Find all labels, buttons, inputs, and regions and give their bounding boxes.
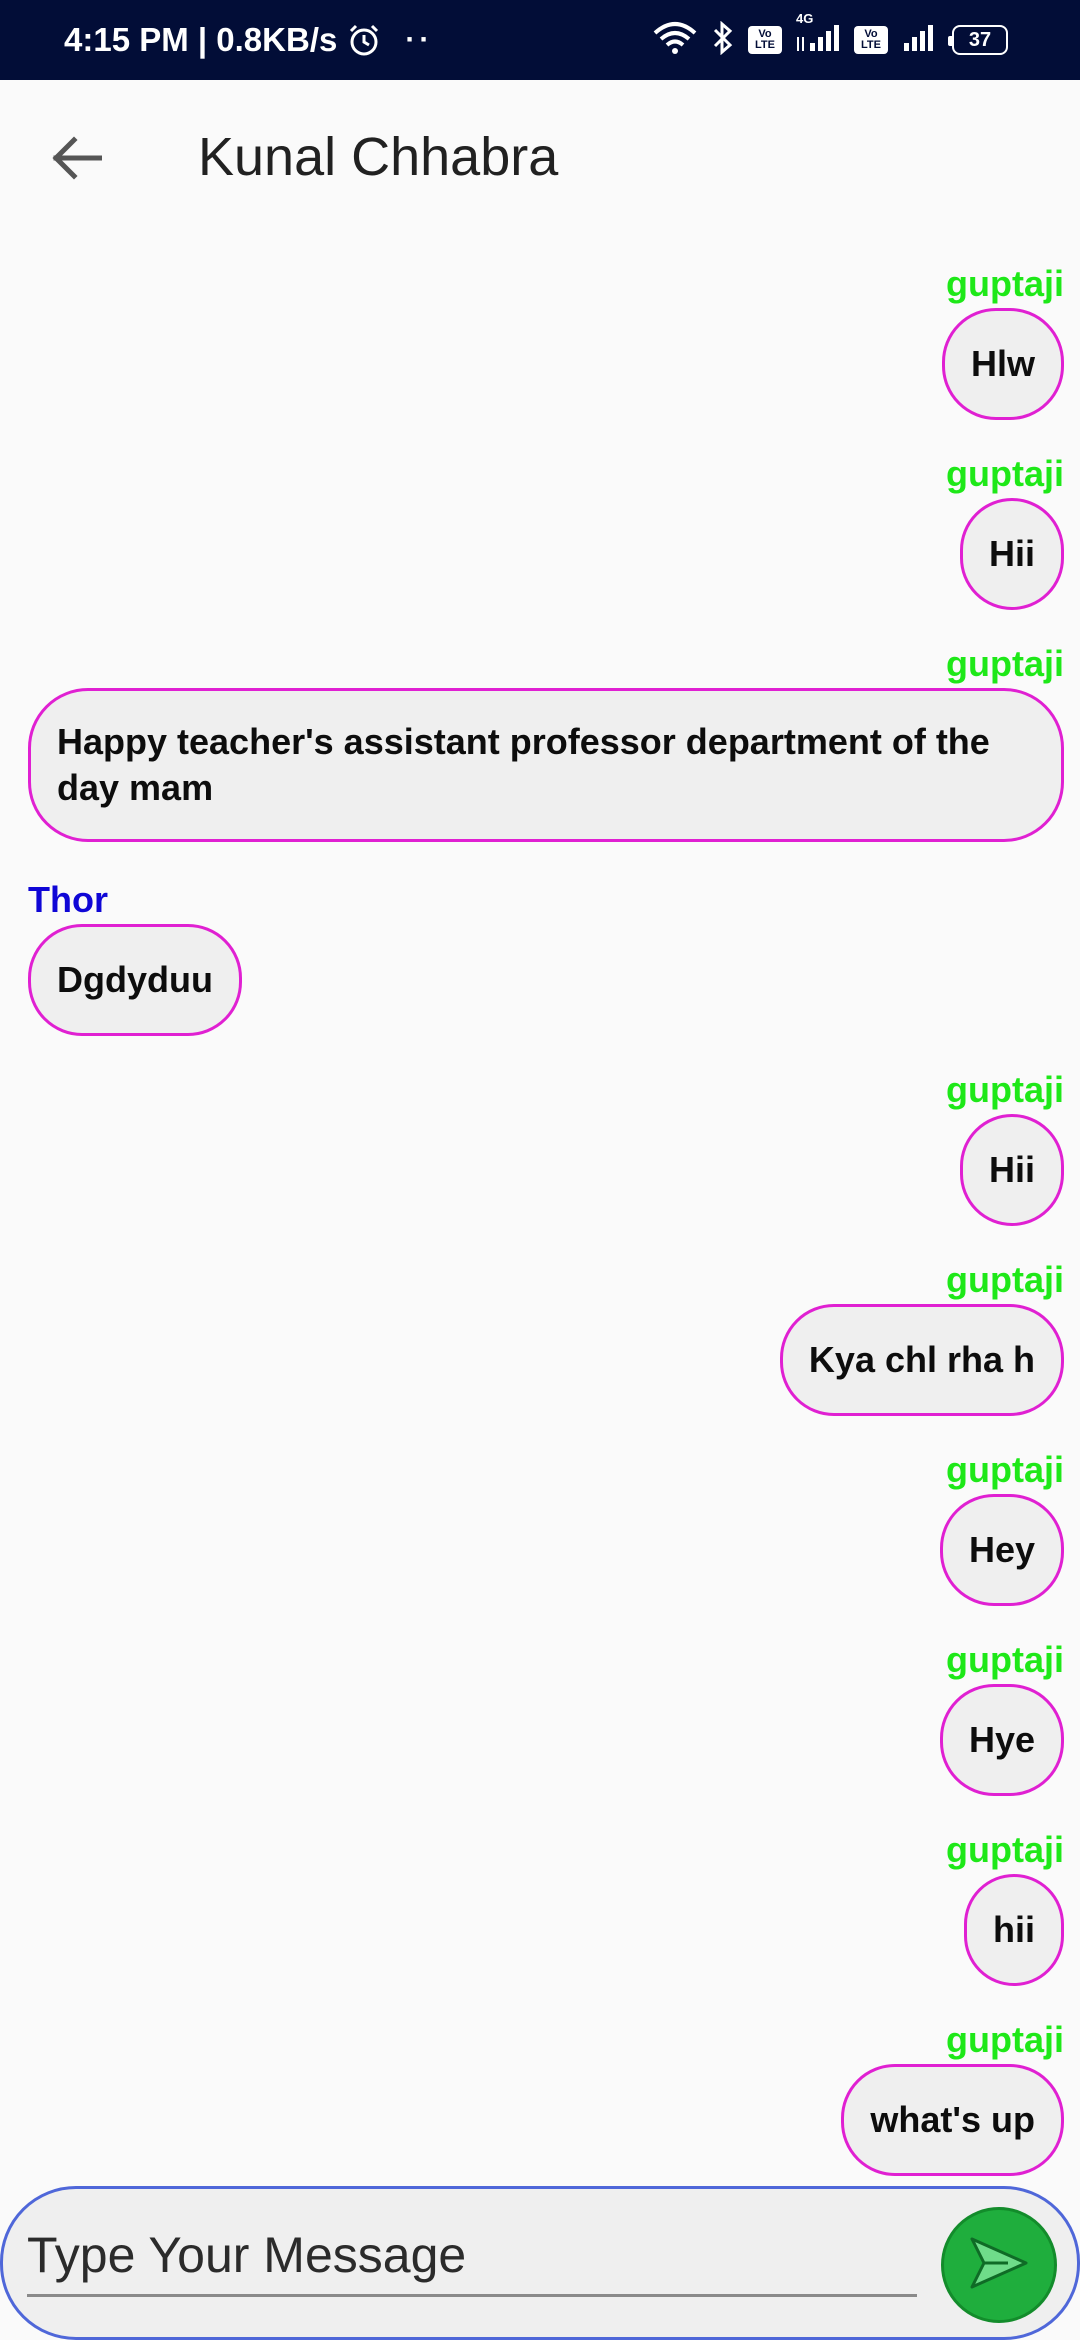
sender-name: guptaji xyxy=(946,643,1064,684)
status-bar: 4:15 PM | 0.8KB/s ·· Vo LTE 4G Vo LTE 37 xyxy=(0,0,1080,80)
sender-name: guptaji xyxy=(946,1259,1064,1300)
message-item: Thor Dgdyduu xyxy=(28,878,242,1036)
chat-title: Kunal Chhabra xyxy=(198,127,559,187)
wifi-icon xyxy=(652,21,698,60)
message-bubble[interactable]: Dgdyduu xyxy=(28,924,242,1036)
volte-icon: Vo LTE xyxy=(748,26,782,54)
volte-icon-2: Vo LTE xyxy=(854,26,888,54)
sender-name: Thor xyxy=(28,879,108,920)
message-bubble[interactable]: Hlw xyxy=(941,308,1064,420)
sender-name: guptaji xyxy=(946,1449,1064,1490)
message-item: guptaji Kya chl rha h xyxy=(779,1258,1064,1416)
status-time-speed: 4:15 PM | 0.8KB/s xyxy=(64,21,338,58)
message-bubble[interactable]: Hii xyxy=(959,1114,1064,1226)
message-item: guptaji Happy teacher's assistant profes… xyxy=(28,642,1064,842)
message-item: guptaji Hii xyxy=(946,1068,1064,1226)
sender-name: guptaji xyxy=(946,1639,1064,1680)
message-bubble[interactable]: Happy teacher's assistant professor depa… xyxy=(28,688,1064,842)
network-type-label: 4G xyxy=(796,10,814,26)
message-list[interactable]: guptaji Hlw guptaji Hii guptaji Happy te… xyxy=(0,238,1080,2180)
message-item: guptaji hii xyxy=(946,1828,1064,1986)
sender-name: guptaji xyxy=(946,453,1064,494)
message-item: guptaji Hye xyxy=(939,1638,1064,1796)
message-item: guptaji what's up xyxy=(841,2018,1064,2176)
message-composer: Type Your Message xyxy=(0,2186,1080,2340)
send-button[interactable] xyxy=(941,2207,1057,2323)
signal-icon: 4G xyxy=(796,11,840,58)
arrow-left-icon xyxy=(50,135,103,185)
sender-name: guptaji xyxy=(946,2019,1064,2060)
alarm-icon xyxy=(347,23,381,57)
signal-icon-2 xyxy=(902,23,938,58)
message-input[interactable]: Type Your Message xyxy=(27,2213,917,2297)
message-bubble[interactable]: hii xyxy=(964,1874,1064,1986)
message-item: guptaji Hii xyxy=(946,452,1064,610)
message-bubble[interactable]: Hii xyxy=(959,498,1064,610)
notification-dots: ·· xyxy=(405,23,434,56)
message-item: guptaji Hlw xyxy=(941,262,1064,420)
status-left: 4:15 PM | 0.8KB/s ·· xyxy=(64,0,433,80)
chat-header: Kunal Chhabra xyxy=(0,80,1080,238)
message-bubble[interactable]: Kya chl rha h xyxy=(779,1304,1064,1416)
message-bubble[interactable]: Hey xyxy=(939,1494,1064,1606)
message-item: guptaji Hey xyxy=(939,1448,1064,1606)
sender-name: guptaji xyxy=(946,1829,1064,1870)
battery-icon: 37 xyxy=(948,25,1008,55)
sender-name: guptaji xyxy=(946,263,1064,304)
message-bubble[interactable]: Hye xyxy=(939,1684,1064,1796)
message-bubble[interactable]: what's up xyxy=(841,2064,1064,2176)
status-right: Vo LTE 4G Vo LTE 37 xyxy=(652,0,1008,80)
back-button[interactable] xyxy=(40,124,112,196)
send-icon xyxy=(968,2235,1030,2296)
bluetooth-icon xyxy=(712,20,734,60)
sender-name: guptaji xyxy=(946,1069,1064,1110)
